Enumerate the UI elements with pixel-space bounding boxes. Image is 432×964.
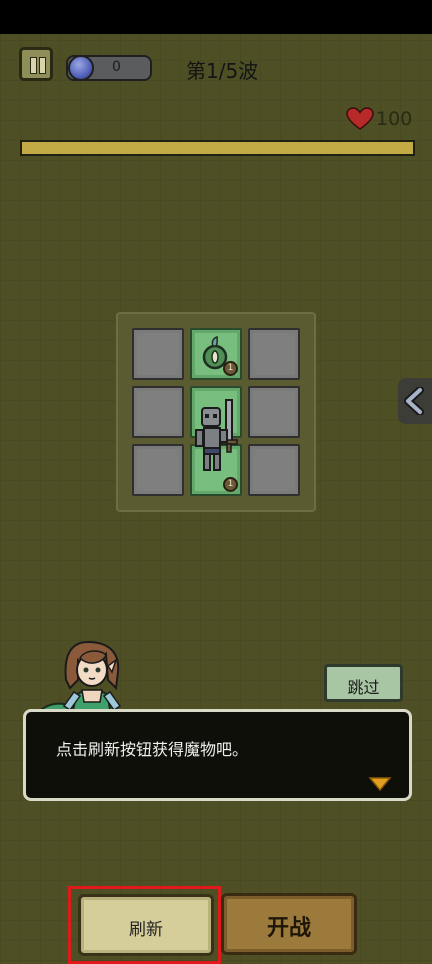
pause-button[interactable] [19, 47, 53, 81]
triangle-down-icon [368, 777, 392, 792]
start-battle-button[interactable]: 开战 [221, 893, 357, 955]
grid-cell[interactable] [132, 328, 184, 380]
chevron-left-icon [404, 387, 424, 415]
wave-indicator: 第1/5波 [186, 59, 259, 83]
grid-cell[interactable] [132, 386, 184, 438]
coin-count: 0 [112, 59, 121, 75]
tutorial-dialog[interactable]: 点击刷新按钮获得魔物吧。 [23, 709, 412, 801]
skeleton-warrior-icon [195, 399, 238, 471]
coin-counter: 0 [66, 55, 152, 81]
pause-icon [39, 57, 46, 74]
skip-label: 跳过 [347, 678, 380, 697]
skip-button[interactable]: 跳过 [324, 664, 403, 702]
refresh-button[interactable]: 刷新 [78, 894, 214, 956]
grid-cell-seed-creature[interactable]: 1 [190, 328, 242, 380]
dialog-message: 点击刷新按钮获得魔物吧。 [56, 740, 249, 759]
unit-grid: 1 1 [116, 312, 316, 512]
grid-cell[interactable] [132, 444, 184, 496]
start-battle-label: 开战 [266, 916, 311, 941]
status-bar [0, 0, 432, 34]
grid-cell[interactable] [248, 386, 300, 438]
heart-icon [346, 107, 374, 130]
grid-cell[interactable] [248, 328, 300, 380]
side-panel-toggle[interactable] [398, 378, 432, 424]
level-badge: 1 [223, 361, 238, 376]
health-bar [20, 140, 415, 156]
coin-icon [68, 55, 94, 81]
hp-value: 100 [376, 108, 413, 130]
pause-icon [30, 57, 37, 74]
grid-cell[interactable] [248, 444, 300, 496]
refresh-label: 刷新 [129, 920, 163, 940]
